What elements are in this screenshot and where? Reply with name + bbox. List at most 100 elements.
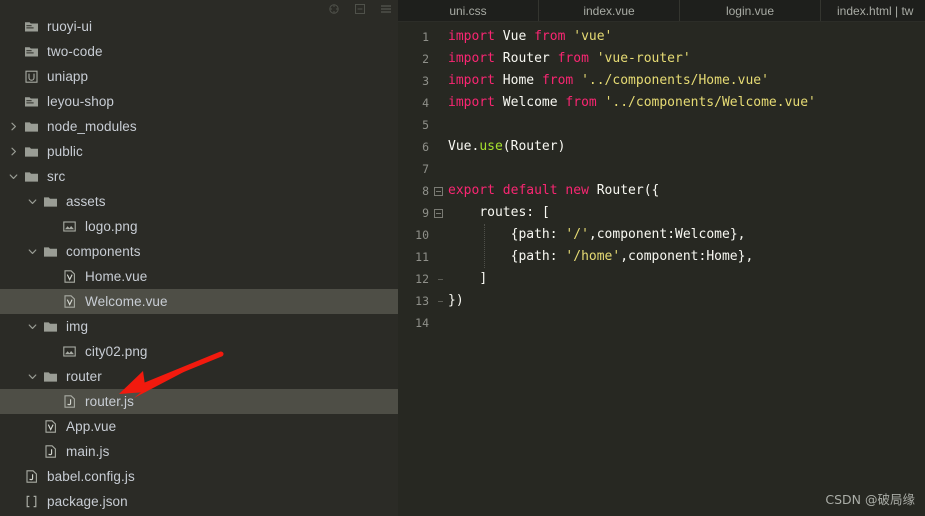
tree-row[interactable]: src [0, 164, 398, 189]
editor-tab[interactable]: index.html | tw [821, 0, 925, 21]
line-number: 14 [415, 316, 429, 330]
tree-row-label: main.js [66, 443, 110, 459]
tree-row[interactable]: Welcome.vue [0, 289, 398, 314]
code-line[interactable]: 2 import Router from 'vue-router' [398, 48, 925, 70]
vue-file-icon [62, 269, 77, 284]
chevron-down-icon[interactable] [27, 371, 38, 382]
code-text: Vue.use(Router) [448, 139, 566, 154]
tree-row[interactable]: router [0, 364, 398, 389]
folder-icon [43, 194, 58, 209]
tree-row[interactable]: router.js [0, 389, 398, 414]
editor-tab[interactable]: index.vue [539, 0, 680, 21]
folder-icon [43, 319, 58, 334]
editor-tab[interactable]: uni.css [398, 0, 539, 21]
tree-row-label: Welcome.vue [85, 293, 168, 309]
locate-icon[interactable] [328, 2, 340, 14]
tree-row-label: leyou-shop [47, 93, 115, 109]
tree-row-label: logo.png [85, 218, 138, 234]
code-line[interactable]: 4 import Welcome from '../components/Welc… [398, 92, 925, 114]
tree-row-label: router.js [85, 393, 134, 409]
code-line[interactable]: 5 [398, 114, 925, 136]
code-line[interactable]: 3 import Home from '../components/Home.vu… [398, 70, 925, 92]
js-file-icon [24, 469, 39, 484]
tree-row[interactable]: components [0, 239, 398, 264]
code-text: }) [448, 293, 464, 308]
file-tree[interactable]: ruoyi-ui two-code uniapp leyou-shop node_mod… [0, 14, 398, 514]
fold-marker[interactable] [431, 186, 445, 196]
line-number: 6 [422, 140, 429, 154]
code-text: {path: '/',component:Welcome}, [510, 227, 746, 242]
folder-icon [43, 369, 58, 384]
tree-row-label: uniapp [47, 68, 89, 84]
tree-row[interactable]: leyou-shop [0, 89, 398, 114]
code-text: import Welcome from '../components/Welco… [448, 95, 816, 110]
tree-row[interactable]: public [0, 139, 398, 164]
watermark: CSDN @破局缘 [825, 492, 915, 507]
tree-row-label: src [47, 168, 66, 184]
chevron-down-icon[interactable] [8, 171, 19, 182]
editor-tab[interactable]: login.vue [680, 0, 821, 21]
code-line[interactable]: 10 {path: '/',component:Welcome}, [398, 224, 925, 246]
indent-guide [484, 224, 485, 268]
tree-row[interactable]: city02.png [0, 339, 398, 364]
tree-row[interactable]: node_modules [0, 114, 398, 139]
tree-row[interactable]: App.vue [0, 414, 398, 439]
tree-row[interactable]: assets [0, 189, 398, 214]
code-line[interactable]: 13}) [398, 290, 925, 312]
line-number: 12 [415, 272, 429, 286]
tree-row[interactable]: uniapp [0, 64, 398, 89]
code-line[interactable]: 7 [398, 158, 925, 180]
tree-row[interactable]: package.json [0, 489, 398, 514]
tree-row-label: App.vue [66, 418, 117, 434]
code-line[interactable]: 8 export default new Router({ [398, 180, 925, 202]
code-line[interactable]: 9 routes: [ [398, 202, 925, 224]
fold-marker[interactable] [431, 208, 445, 218]
code-line[interactable]: 6 Vue.use(Router) [398, 136, 925, 158]
image-file-icon [62, 344, 77, 359]
tree-row-label: babel.config.js [47, 468, 135, 484]
line-number: 3 [422, 74, 429, 88]
line-number: 1 [422, 30, 429, 44]
code-line[interactable]: 11 {path: '/home',component:Home}, [398, 246, 925, 268]
code-line[interactable]: 12 ] [398, 268, 925, 290]
tree-row[interactable]: logo.png [0, 214, 398, 239]
tree-row-label: router [66, 368, 102, 384]
options-menu-icon[interactable] [380, 2, 392, 14]
tree-row-label: assets [66, 193, 106, 209]
chevron-down-icon[interactable] [27, 321, 38, 332]
uniapp-module-icon [24, 69, 39, 84]
js-file-icon [43, 444, 58, 459]
tree-row[interactable]: two-code [0, 39, 398, 64]
collapse-all-icon[interactable] [354, 2, 366, 14]
code-line[interactable]: 1 import Vue from 'vue' [398, 26, 925, 48]
editor-tab-bar[interactable]: uni.css index.vue login.vue index.html | tw [398, 0, 925, 22]
line-number: 10 [415, 228, 429, 242]
tree-row[interactable]: babel.config.js [0, 464, 398, 489]
tree-row-label: node_modules [47, 118, 137, 134]
tree-row[interactable]: ruoyi-ui [0, 14, 398, 39]
folder-icon [24, 169, 39, 184]
code-line[interactable]: 14 [398, 312, 925, 334]
tree-row[interactable]: main.js [0, 439, 398, 464]
tree-row[interactable]: img [0, 314, 398, 339]
tree-row[interactable]: Home.vue [0, 264, 398, 289]
js-file-icon [62, 394, 77, 409]
chevron-right-icon[interactable] [8, 146, 19, 157]
module-folder-icon [24, 44, 39, 59]
chevron-right-icon[interactable] [8, 121, 19, 132]
json-file-icon [24, 494, 39, 509]
tree-row-label: Home.vue [85, 268, 148, 284]
chevron-down-icon[interactable] [27, 196, 38, 207]
project-panel-toolbar [328, 0, 392, 16]
line-number: 9 [422, 206, 429, 220]
vue-file-icon [62, 294, 77, 309]
tree-row-label: img [66, 318, 89, 334]
line-number: 5 [422, 118, 429, 132]
code-text: import Home from '../components/Home.vue… [448, 73, 769, 88]
tree-row-label: city02.png [85, 343, 148, 359]
code-text: routes: [ [479, 205, 550, 220]
code-area[interactable]: 1 import Vue from 'vue' 2 import Router fro… [398, 22, 925, 334]
tree-row-label: components [66, 243, 141, 259]
line-number: 4 [422, 96, 429, 110]
chevron-down-icon[interactable] [27, 246, 38, 257]
